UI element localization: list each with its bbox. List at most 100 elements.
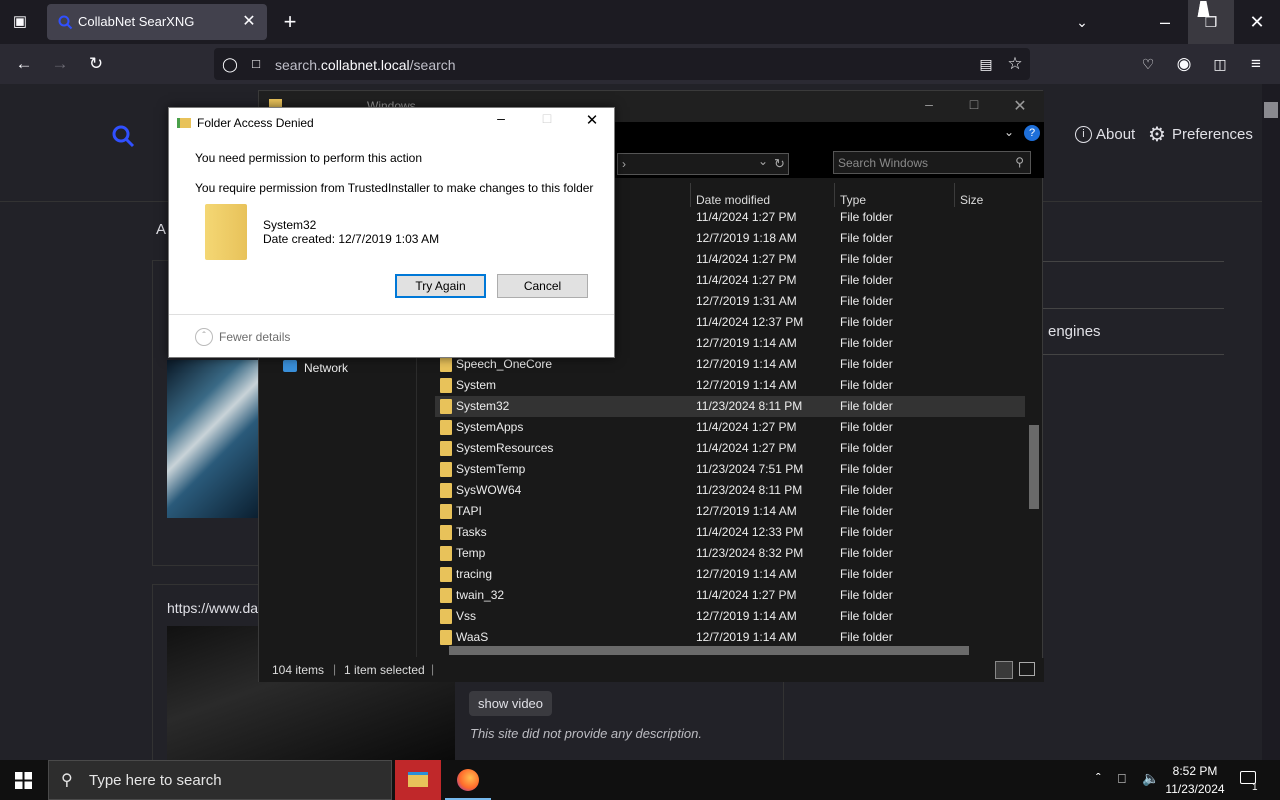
hamburger-menu-icon[interactable]: ≡ [1244,52,1268,76]
file-row[interactable]: System 12/7/2019 1:14 AM File folder [435,375,1025,396]
file-row[interactable]: twain_32 11/4/2024 1:27 PM File folder [435,585,1025,606]
volume-muted-icon[interactable]: 🔈 [1142,770,1159,787]
reader-view-icon[interactable]: ▤ [974,52,998,76]
try-again-button[interactable]: Try Again [395,274,486,298]
dialog-close-button[interactable]: ✕ [578,111,606,129]
taskbar-search-box[interactable]: ⚲ Type here to search [48,760,392,800]
info-icon[interactable]: i [1075,126,1092,143]
collapse-chevron-icon[interactable]: ˆ [195,328,213,346]
list-all-tabs-icon[interactable]: ⌄ [1070,0,1094,44]
address-dropdown-icon[interactable]: ⌄ [758,154,768,168]
file-type: File folder [840,294,893,308]
forward-icon[interactable]: → [48,52,72,76]
file-name: SystemApps [456,420,524,434]
clock-time[interactable]: 8:52 PM [1164,764,1226,778]
url-text[interactable]: search.collabnet.local/search [275,57,456,73]
back-icon[interactable]: ← [12,52,36,76]
pocket-icon[interactable]: ♡ [1136,52,1160,76]
tab-title: CollabNet SearXNG [78,14,195,29]
file-explorer-taskbar-button[interactable] [395,760,441,800]
dialog-minimize-button[interactable]: – [487,110,515,126]
file-type: File folder [840,378,893,392]
file-row[interactable]: SystemResources 11/4/2024 1:27 PM File fol… [435,438,1025,459]
column-header-size[interactable]: Size [960,193,983,207]
nav-item-network[interactable]: Network [304,361,348,375]
large-icons-view-icon[interactable] [1019,662,1035,676]
tab-list-icon[interactable]: ▣ [8,0,32,44]
gear-icon[interactable]: ⚙ [1148,122,1166,147]
explorer-minimize-button[interactable]: – [906,96,952,112]
dialog-footer-divider [169,314,614,315]
file-type: File folder [840,525,893,539]
clock-date[interactable]: 11/23/2024 [1164,782,1226,796]
about-link[interactable]: About [1096,126,1135,143]
file-date-modified: 11/23/2024 8:11 PM [696,399,803,413]
file-row[interactable]: SysWOW64 11/23/2024 8:11 PM File folder [435,480,1025,501]
address-box[interactable]: › ⌄ ↻ [617,153,789,175]
url-bar[interactable]: ◯ □ search.collabnet.local/search ▤ ☆ [214,48,1030,80]
horizontal-scrollbar-thumb[interactable] [449,646,969,655]
folder-icon [440,567,452,582]
show-video-button[interactable]: show video [469,691,552,716]
refresh-icon[interactable]: ↻ [774,156,785,172]
column-header-date[interactable]: Date modified [696,193,770,207]
explorer-maximize-button[interactable]: □ [951,96,997,112]
page-scrollbar-thumb[interactable] [1264,102,1278,118]
file-list-vertical-scrollbar[interactable] [1027,187,1041,637]
file-date-modified: 12/7/2019 1:14 AM [696,630,797,644]
vertical-scrollbar-thumb[interactable] [1029,425,1039,509]
reload-icon[interactable]: ↻ [84,52,108,76]
firefox-taskbar-button[interactable] [445,760,491,800]
searxng-logo-icon[interactable] [111,124,135,148]
help-icon[interactable]: ? [1024,125,1040,141]
ribbon-expand-icon[interactable]: ⌄ [1004,125,1014,139]
file-list-horizontal-scrollbar[interactable] [435,643,1025,657]
file-date-modified: 12/7/2019 1:14 AM [696,567,797,581]
file-row[interactable]: SystemTemp 11/23/2024 7:51 PM File folder [435,459,1025,480]
explorer-search-input[interactable]: Search Windows ⚲ [833,151,1031,174]
start-windows-icon[interactable] [15,772,32,789]
close-window-button[interactable]: ✕ [1234,0,1280,44]
result-url[interactable]: https://www.da [167,600,258,616]
file-row[interactable]: Tasks 11/4/2024 12:33 PM File folder [435,522,1025,543]
file-row[interactable]: TAPI 12/7/2019 1:14 AM File folder [435,501,1025,522]
show-hidden-icons-icon[interactable]: ˆ [1096,770,1101,786]
folder-icon [440,609,452,624]
folder-icon [440,420,452,435]
file-date-modified: 11/4/2024 1:27 PM [696,588,797,602]
browser-tab[interactable]: CollabNet SearXNG ✕ [47,4,267,40]
file-name: System [456,378,497,392]
item-name: System32 [263,218,317,232]
fewer-details-link[interactable]: Fewer details [219,330,290,344]
close-tab-icon[interactable]: ✕ [239,11,259,31]
file-name: SystemTemp [456,462,526,476]
new-tab-button[interactable]: + [278,0,302,44]
extensions-icon[interactable]: ◫ [1208,52,1232,76]
account-icon[interactable]: ◉ [1172,52,1196,76]
result-description: This site did not provide any descriptio… [470,726,702,741]
file-name: tracing [456,567,493,581]
file-row[interactable]: Temp 11/23/2024 8:32 PM File folder [435,543,1025,564]
page-scrollbar[interactable] [1262,84,1280,760]
cancel-button[interactable]: Cancel [497,274,588,298]
file-date-modified: 11/23/2024 8:11 PM [696,483,803,497]
file-name: Tasks [456,525,487,539]
file-row[interactable]: SystemApps 11/4/2024 1:27 PM File folder [435,417,1025,438]
minimize-window-button[interactable]: – [1142,0,1188,44]
explorer-close-button[interactable]: ✕ [997,96,1043,116]
result-thumbnail[interactable] [167,360,258,518]
network-status-icon[interactable]: ⎕ [1118,771,1126,787]
preferences-link[interactable]: Preferences [1172,126,1253,143]
column-header-type[interactable]: Type [840,193,866,207]
file-row[interactable]: Vss 12/7/2019 1:14 AM File folder [435,606,1025,627]
folder-icon [440,441,452,456]
file-date-modified: 11/4/2024 1:27 PM [696,441,797,455]
file-row[interactable]: tracing 12/7/2019 1:14 AM File folder [435,564,1025,585]
file-type: File folder [840,210,893,224]
shield-icon[interactable]: ◯ [218,52,242,76]
file-row[interactable]: System32 11/23/2024 8:11 PM File folder [435,396,1025,417]
file-type: File folder [840,483,893,497]
details-view-icon[interactable] [995,661,1013,679]
lock-icon[interactable]: □ [244,52,268,76]
bookmark-star-icon[interactable]: ☆ [1003,52,1027,76]
